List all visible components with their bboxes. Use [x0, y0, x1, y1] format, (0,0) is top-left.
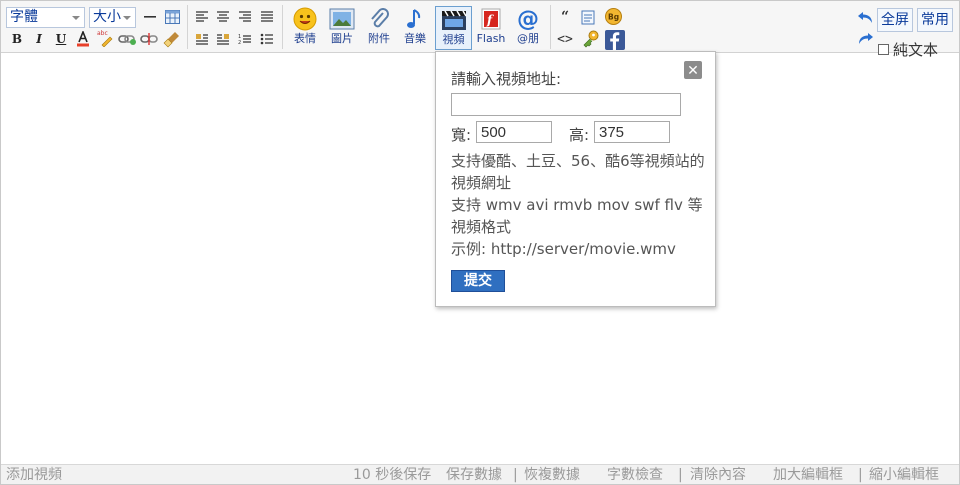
- flash-button-label: Flash: [476, 32, 506, 45]
- toolbar-divider: [550, 5, 551, 49]
- background-code-icon[interactable]: Bg: [604, 7, 622, 25]
- music-note-icon: [407, 9, 421, 28]
- unordered-list-icon[interactable]: [259, 31, 275, 46]
- at-sign-icon: @: [517, 6, 539, 32]
- bold-icon[interactable]: B: [10, 32, 24, 46]
- chevron-down-icon: [123, 16, 131, 20]
- emoji-button-label: 表情: [294, 32, 316, 45]
- toolbar-divider: [187, 5, 188, 49]
- fullscreen-button[interactable]: 全屏: [877, 8, 913, 32]
- ordered-list-icon[interactable]: 12: [237, 31, 253, 46]
- status-text: 添加視頻: [6, 467, 62, 483]
- code-icon[interactable]: <>: [556, 31, 574, 47]
- video-button-label: 視頻: [442, 33, 465, 46]
- video-url-input[interactable]: [451, 93, 681, 116]
- chevron-down-icon: [72, 16, 80, 20]
- common-button-label: 常用: [921, 12, 949, 28]
- autosave-countdown: 10 秒後保存: [353, 467, 432, 483]
- horizontal-rule-icon[interactable]: [142, 9, 158, 25]
- italic-icon[interactable]: I: [32, 32, 46, 46]
- status-separator: |: [858, 467, 863, 483]
- font-size-select[interactable]: 大小: [89, 7, 136, 28]
- toolbar: 字體 大小 B I U abc 1 2 表情 圖片 附件 音樂 視頻 f Fla…: [1, 1, 959, 59]
- key-icon[interactable]: [581, 29, 599, 49]
- smiley-icon: [293, 7, 317, 31]
- help-line-sites: 支持優酷、土豆、56、酷6等視頻站的視頻網址: [451, 152, 705, 192]
- paperclip-icon: [371, 8, 389, 28]
- status-separator: |: [513, 467, 518, 483]
- width-label: 寬:: [451, 126, 472, 144]
- code-glyph: <>: [557, 31, 573, 47]
- attachment-button-label: 附件: [368, 32, 390, 45]
- image-button-label: 圖片: [331, 32, 353, 45]
- attachment-button[interactable]: 附件: [362, 6, 396, 50]
- video-button[interactable]: 視頻: [435, 6, 472, 50]
- page-break-icon[interactable]: [579, 9, 597, 25]
- film-clapper-icon: [441, 10, 467, 30]
- music-button-label: 音樂: [404, 32, 426, 45]
- emoji-button[interactable]: 表情: [288, 6, 322, 50]
- bg-code-label: Bg: [608, 12, 619, 21]
- submit-button[interactable]: 提交: [451, 270, 505, 292]
- text-color-icon[interactable]: [75, 30, 91, 47]
- close-button[interactable]: ✕: [684, 61, 702, 79]
- mention-button-label: @朋: [517, 32, 539, 45]
- float-left-icon[interactable]: [194, 31, 210, 46]
- editor-frame: 字體 大小 B I U abc 1 2 表情 圖片 附件 音樂 視頻 f Fla…: [0, 0, 960, 485]
- video-width-input[interactable]: [476, 121, 552, 143]
- float-right-icon[interactable]: [215, 31, 231, 46]
- table-icon[interactable]: [164, 9, 180, 25]
- highlight-icon[interactable]: abc: [96, 29, 114, 47]
- mention-button[interactable]: @ @朋: [511, 6, 545, 50]
- restore-data-link[interactable]: 恢複數據: [524, 465, 580, 485]
- height-label: 高:: [569, 126, 590, 144]
- svg-text:2: 2: [238, 40, 241, 45]
- dialog-title: 請輸入視頻地址:: [451, 70, 562, 88]
- quote-icon[interactable]: “: [557, 9, 573, 25]
- video-height-input[interactable]: [594, 121, 670, 143]
- facebook-icon[interactable]: [604, 29, 625, 50]
- toolbar-divider: [282, 5, 283, 49]
- close-icon: ✕: [687, 62, 699, 78]
- status-separator: |: [678, 467, 683, 483]
- align-right-icon[interactable]: [237, 9, 253, 24]
- redo-icon[interactable]: [856, 31, 874, 47]
- font-family-select-label: 字體: [10, 9, 38, 25]
- unlink-icon[interactable]: [140, 31, 158, 47]
- help-line-example: 示例: http://server/movie.wmv: [451, 240, 676, 258]
- image-icon: [329, 8, 355, 30]
- font-family-select[interactable]: 字體: [6, 7, 85, 28]
- quote-glyph: “: [560, 9, 570, 25]
- help-text: 支持優酷、土豆、56、酷6等視頻站的視頻網址 支持 wmv avi rmvb m…: [451, 150, 706, 260]
- shrink-editor-link[interactable]: 縮小編輯框: [869, 465, 939, 485]
- flash-button[interactable]: f Flash: [473, 6, 509, 50]
- enlarge-editor-link[interactable]: 加大編輯框: [773, 465, 843, 485]
- clear-format-icon[interactable]: [163, 30, 181, 48]
- status-bar: 添加視頻 10 秒後保存 保存數據 | 恢複數據 字數檢查 | 清除內容 加大編…: [1, 464, 959, 484]
- save-data-link[interactable]: 保存數據: [446, 465, 502, 485]
- video-insert-dialog: ✕ 請輸入視頻地址: 寬: 高: 支持優酷、土豆、56、酷6等視頻站的視頻網址 …: [435, 51, 716, 307]
- clear-content-link[interactable]: 清除內容: [690, 465, 746, 485]
- help-line-formats: 支持 wmv avi rmvb mov swf flv 等視頻格式: [451, 196, 703, 236]
- link-icon[interactable]: [118, 31, 136, 47]
- music-button[interactable]: 音樂: [398, 6, 432, 50]
- common-button[interactable]: 常用: [917, 8, 953, 32]
- align-justify-icon[interactable]: [259, 9, 275, 24]
- underline-icon[interactable]: U: [54, 32, 68, 46]
- undo-icon[interactable]: [856, 10, 874, 26]
- align-center-icon[interactable]: [215, 9, 231, 24]
- svg-text:abc: abc: [97, 30, 108, 37]
- image-button[interactable]: 圖片: [325, 6, 359, 50]
- align-left-icon[interactable]: [194, 9, 210, 24]
- fullscreen-button-label: 全屏: [881, 12, 909, 28]
- font-size-select-label: 大小: [93, 9, 121, 25]
- word-count-link[interactable]: 字數檢查: [607, 465, 663, 485]
- flash-icon: f: [481, 8, 501, 30]
